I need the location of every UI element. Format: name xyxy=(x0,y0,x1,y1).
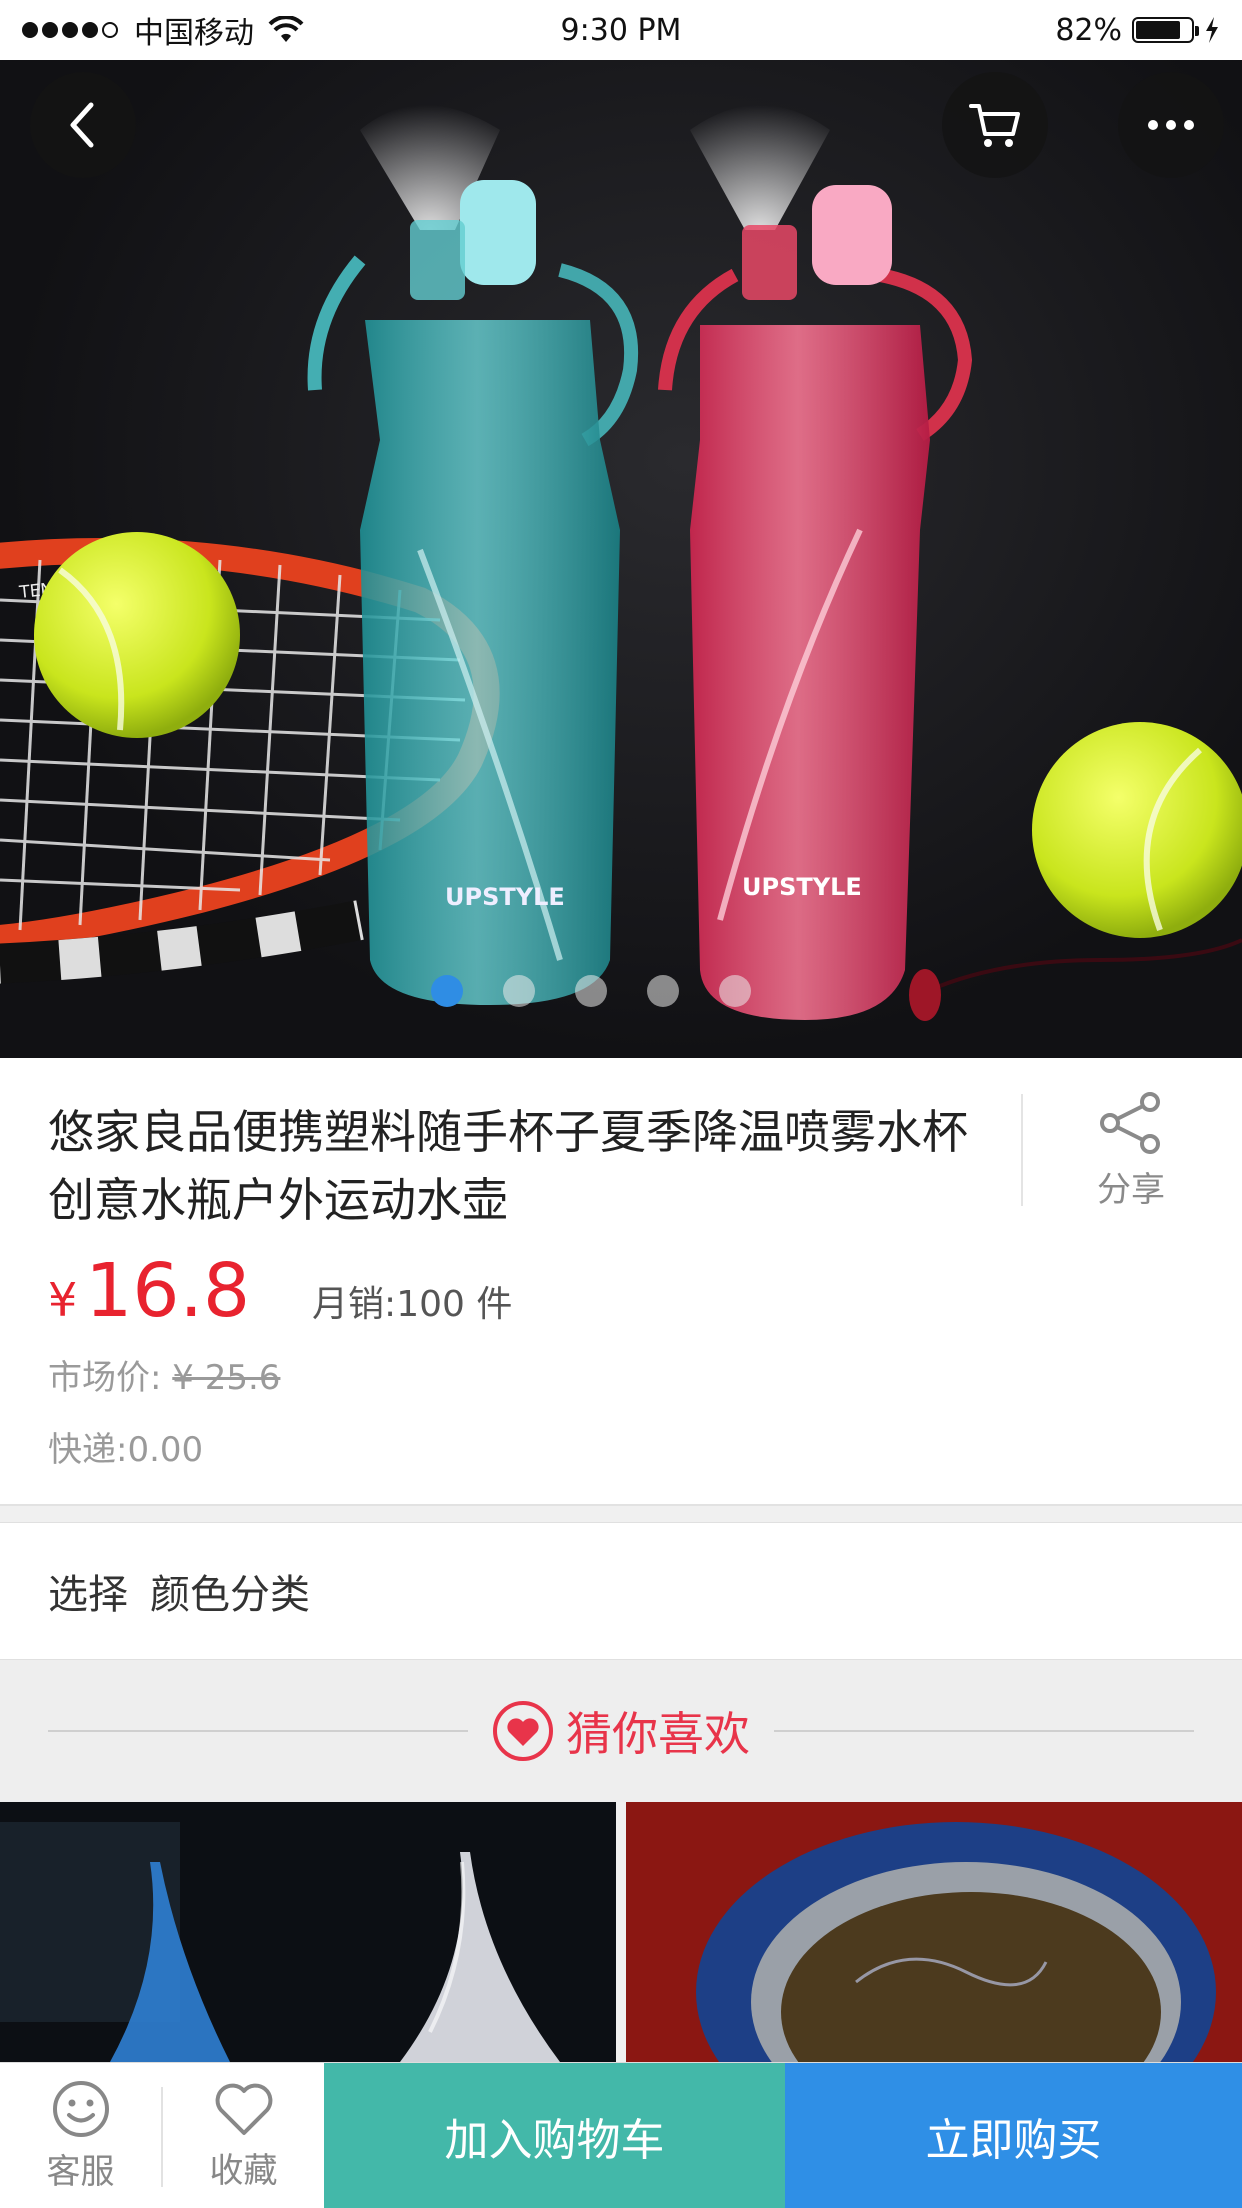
select-variant-row[interactable]: 选择 颜色分类 xyxy=(0,1522,1242,1660)
monthly-sales: 月销:100 件 xyxy=(312,1275,512,1327)
select-label: 选择 xyxy=(48,1572,128,1618)
recommend-item[interactable] xyxy=(626,1802,1242,2062)
carousel-dot[interactable] xyxy=(575,975,607,1007)
battery-percent: 82% xyxy=(1055,12,1122,48)
sales-value: 100 件 xyxy=(396,1284,513,1325)
market-price-value: ¥ 25.6 xyxy=(172,1358,281,1398)
buy-now-button[interactable]: 立即购买 xyxy=(785,2063,1242,2208)
share-icon xyxy=(1100,1092,1160,1154)
favorite-label: 收藏 xyxy=(209,2150,278,2191)
signal-strength-icon xyxy=(22,22,118,38)
back-button[interactable] xyxy=(30,72,136,178)
share-button[interactable]: 分享 xyxy=(1060,1092,1202,1211)
recommend-item[interactable] xyxy=(0,1802,616,2062)
customer-service-label: 客服 xyxy=(46,2151,115,2192)
carousel-indicator xyxy=(0,975,1212,1007)
recommend-divider-left xyxy=(48,1730,468,1732)
heart-circle-icon xyxy=(493,1701,553,1761)
price-row: ¥ 16.8 月销:100 件 xyxy=(48,1248,512,1334)
more-dots-icon xyxy=(1148,120,1194,130)
share-divider xyxy=(1021,1094,1023,1206)
product-photo: TENNIS RACKET UPSTYLE xyxy=(0,105,1242,1021)
heart-outline-icon xyxy=(215,2083,272,2135)
recommend-divider-right xyxy=(774,1730,1194,1732)
carousel-dot[interactable] xyxy=(431,975,463,1007)
status-bar: 中国移动 9:30 PM 82% xyxy=(0,0,1242,60)
charging-bolt-icon xyxy=(1206,17,1218,43)
cart-button[interactable] xyxy=(942,72,1048,178)
sales-label: 月销: xyxy=(312,1284,397,1325)
bottom-action-bar: 客服 收藏 加入购物车 立即购买 xyxy=(0,2062,1242,2208)
carousel-dot[interactable] xyxy=(719,975,751,1007)
cart-icon xyxy=(969,104,1020,147)
wifi-icon xyxy=(268,16,304,42)
shipping-fee: 快递:0.00 xyxy=(48,1422,203,1471)
battery-level xyxy=(1136,21,1181,39)
customer-service-button[interactable]: 客服 xyxy=(0,2063,161,2208)
carrier-name: 中国移动 xyxy=(134,16,254,51)
product-detail-page: 中国移动 9:30 PM 82% UPSTYLE UPSTYLE 悠家良品便携塑… xyxy=(0,0,1242,2208)
bottle-brand-pink: UPSTYLE xyxy=(742,873,862,901)
shipping-value: 0.00 xyxy=(127,1430,204,1470)
bottle-brand-teal: UPSTYLE xyxy=(445,883,565,911)
product-title: 悠家良品便携塑料随手杯子夏季降温喷雾水杯创意水瓶户外运动水壶 xyxy=(48,1105,968,1227)
battery-icon xyxy=(1132,17,1199,43)
price-currency: ¥ xyxy=(48,1273,78,1327)
carousel-dot[interactable] xyxy=(647,975,679,1007)
market-price: 市场价: ¥ 25.6 xyxy=(48,1350,280,1399)
recommend-title: 猜你喜欢 xyxy=(566,1707,750,1761)
shipping-label: 快递: xyxy=(48,1430,128,1470)
add-to-cart-button[interactable]: 加入购物车 xyxy=(324,2063,785,2208)
product-image-carousel[interactable]: TENNIS RACKET UPSTYLE xyxy=(0,60,1242,1058)
recommend-item-image xyxy=(0,1822,560,2062)
share-label: 分享 xyxy=(1097,1170,1165,1210)
product-info-section: 悠家良品便携塑料随手杯子夏季降温喷雾水杯创意水瓶户外运动水壶 分享 ¥ 16.8… xyxy=(0,1058,1242,1506)
recommend-header: 猜你喜欢 xyxy=(0,1660,1242,1802)
carousel-dot[interactable] xyxy=(503,975,535,1007)
market-price-label: 市场价: xyxy=(48,1358,162,1398)
more-button[interactable] xyxy=(1118,72,1224,178)
favorite-button[interactable]: 收藏 xyxy=(163,2063,324,2208)
price-value: 16.8 xyxy=(85,1248,251,1334)
recommend-item-image xyxy=(626,1802,1242,2062)
select-value: 颜色分类 xyxy=(150,1572,310,1618)
smiley-icon xyxy=(52,2080,109,2137)
chevron-left-icon xyxy=(70,102,94,148)
